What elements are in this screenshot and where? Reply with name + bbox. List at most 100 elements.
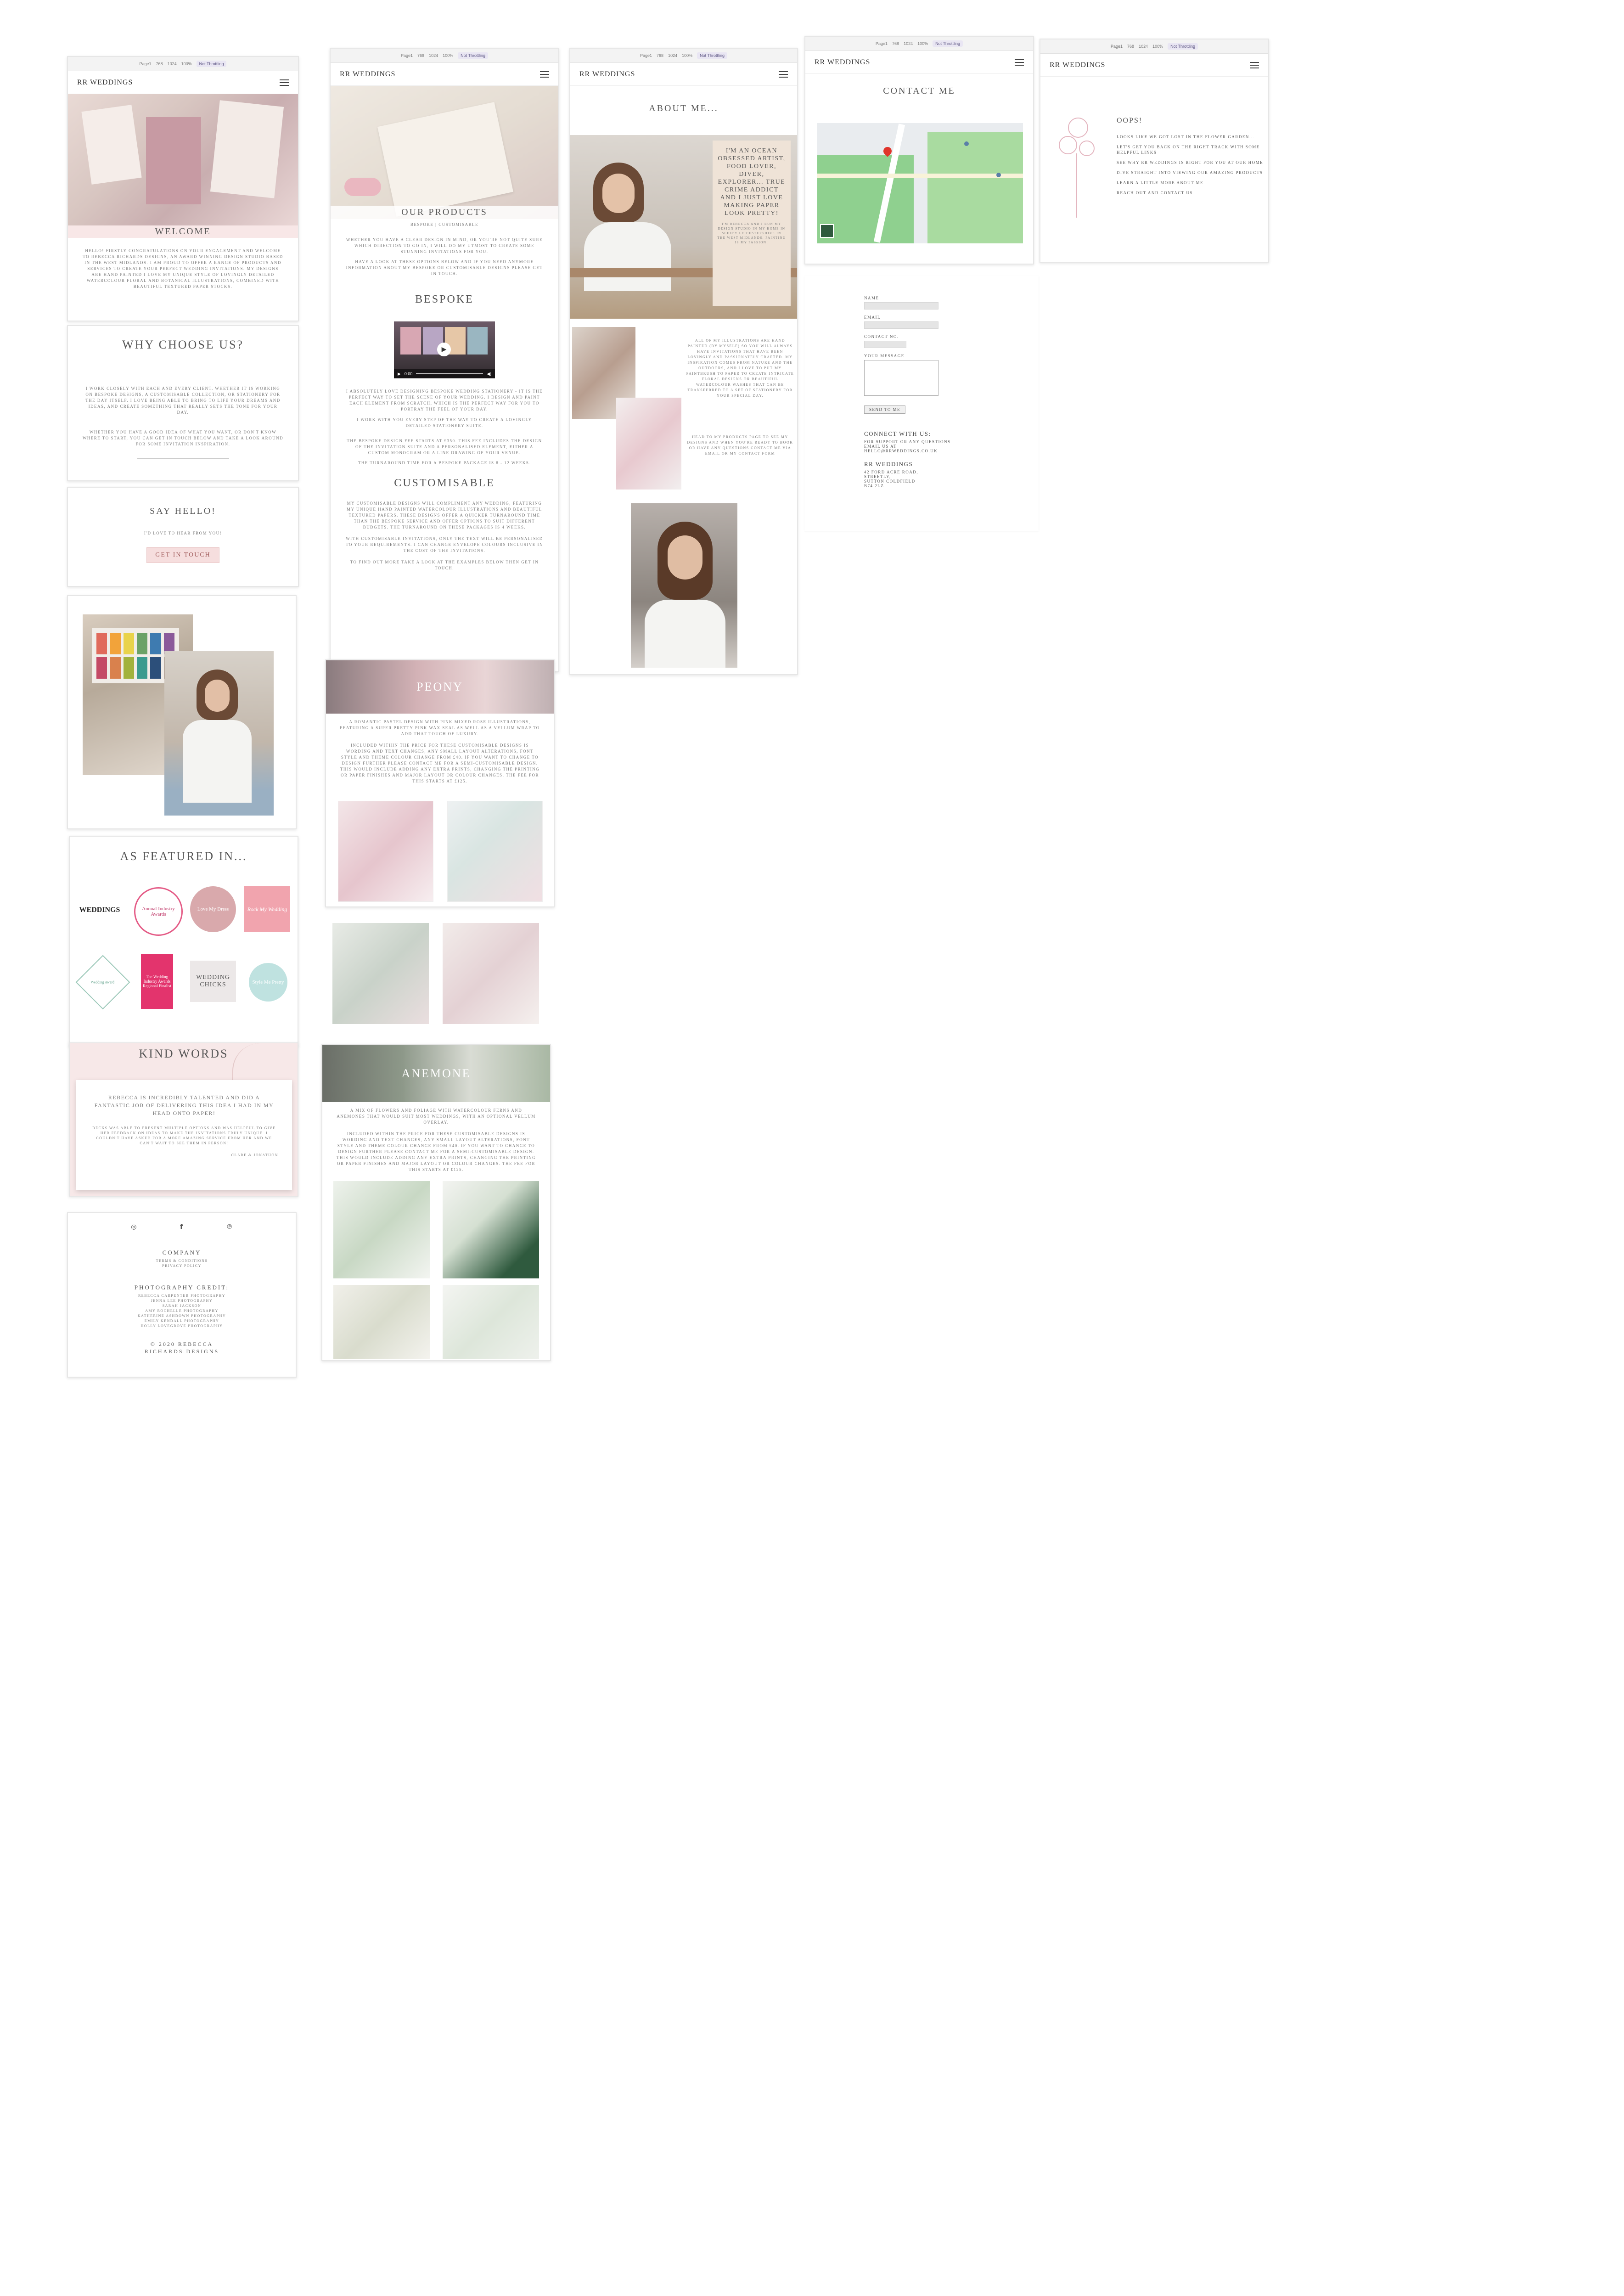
- url-part: 1024: [429, 53, 438, 58]
- photo-credit: Emily Kendall Photography: [144, 1319, 219, 1323]
- url-part: Page1: [640, 53, 652, 58]
- featured-in-panel: AS FEATURED IN... WEDDINGS Annual Indust…: [69, 836, 298, 1047]
- pinterest-icon[interactable]: ℗: [226, 1223, 233, 1231]
- anemone-text-2: Included within the price for these cust…: [336, 1131, 536, 1172]
- peony-invite-image-3: [332, 923, 429, 1024]
- throttle-dropdown[interactable]: Not Throttling: [1168, 43, 1198, 50]
- map-layer-toggle[interactable]: [820, 224, 834, 238]
- anemone-invite-image-1: [333, 1181, 430, 1278]
- contact-email-link[interactable]: hello@rrweddings.co.uk: [864, 449, 956, 453]
- featured-logo-wedding-industry-awards: The Wedding Industry Awards Regional Fin…: [141, 954, 173, 1009]
- featured-logo-rock-my-wedding: Rock My Wedding: [244, 886, 290, 932]
- map-marker-icon[interactable]: [964, 141, 969, 146]
- say-hello-text: I'd love to hear from you!: [144, 531, 222, 535]
- url-part: 768: [1127, 44, 1135, 49]
- photo-credit: Katherine Ashdown Photography: [137, 1314, 226, 1318]
- contact-number-field[interactable]: [864, 341, 906, 348]
- video-progress[interactable]: [416, 373, 483, 374]
- url-part: 100%: [682, 53, 693, 58]
- name-label: NAME: [864, 296, 879, 300]
- video-controls[interactable]: ▶ 0:00 ◀): [394, 369, 495, 378]
- throttle-dropdown[interactable]: Not Throttling: [196, 61, 227, 67]
- photo-credit: Rebecca Carpenter Photography: [138, 1294, 226, 1298]
- site-brand-logo[interactable]: RR WEDDINGS: [77, 79, 133, 87]
- peony-text-1: A romantic pastel design with pink mixed…: [340, 720, 540, 736]
- get-in-touch-button[interactable]: GET IN TOUCH: [146, 547, 219, 563]
- address-line: 42 Ford Acre Road,: [864, 470, 919, 474]
- featured-logo-wedding-award-label: Wedding Award: [91, 980, 115, 985]
- bespoke-text-3: The bespoke design fee starts at £350. T…: [347, 439, 542, 455]
- throttle-dropdown[interactable]: Not Throttling: [933, 40, 963, 47]
- url-part: 100%: [443, 53, 454, 58]
- hamburger-menu-icon[interactable]: [540, 71, 549, 78]
- instagram-icon[interactable]: ◎: [131, 1223, 136, 1231]
- site-header: RR WEDDINGS: [570, 63, 797, 86]
- hamburger-menu-icon[interactable]: [1015, 59, 1024, 66]
- kind-words-panel: KIND WORDS Rebecca is incredibly talente…: [69, 1042, 298, 1197]
- portrait-panel: [67, 595, 297, 829]
- products-page-panel: Page1 768 1024 100% Not Throttling RR WE…: [330, 48, 559, 672]
- products-sub-links[interactable]: BESPOKE | CUSTOMISABLE: [331, 222, 558, 228]
- message-label: YOUR MESSAGE: [864, 354, 905, 358]
- error-contact-link[interactable]: Reach out and CONTACT US: [1117, 190, 1264, 196]
- location-map[interactable]: [817, 123, 1023, 243]
- map-marker-icon[interactable]: [996, 173, 1001, 177]
- bespoke-video-player[interactable]: ▶ ▶ 0:00 ◀): [394, 321, 495, 378]
- footer-company-title: COMPANY: [162, 1249, 202, 1256]
- throttle-dropdown[interactable]: Not Throttling: [458, 52, 488, 59]
- hamburger-menu-icon[interactable]: [280, 79, 289, 86]
- play-icon[interactable]: ▶: [437, 343, 451, 356]
- site-header: RR WEDDINGS: [331, 63, 558, 86]
- testimonial-card: Rebecca is incredibly talented and did a…: [76, 1080, 292, 1190]
- error-title: OOPS!: [1117, 117, 1143, 124]
- welcome-title: WELCOME: [68, 225, 298, 238]
- site-brand-logo[interactable]: RR WEDDINGS: [579, 70, 635, 79]
- name-field[interactable]: [864, 302, 938, 310]
- hamburger-menu-icon[interactable]: [779, 71, 788, 78]
- home-footer-panel: ◎ f ℗ COMPANY Terms & Conditions Privacy…: [67, 1212, 297, 1378]
- footer-link[interactable]: Privacy Policy: [68, 1263, 296, 1268]
- products-hero-image: OUR PRODUCTS: [331, 86, 558, 219]
- site-header: RR WEDDINGS: [1040, 54, 1268, 77]
- error-line: Let's get you back on the right track wi…: [1117, 145, 1260, 155]
- email-field[interactable]: [864, 321, 938, 329]
- site-brand-logo[interactable]: RR WEDDINGS: [340, 70, 395, 79]
- say-hello-title: SAY HELLO!: [150, 506, 216, 516]
- bespoke-title: BESPOKE: [415, 293, 474, 305]
- url-part: 100%: [181, 62, 192, 66]
- error-page-panel: Page1 768 1024 100% Not Throttling RR WE…: [1040, 39, 1269, 263]
- error-home-link[interactable]: See why RR Weddings is right for you at …: [1117, 160, 1264, 165]
- featured-logo-awards: Annual Industry Awards: [134, 887, 183, 936]
- hamburger-menu-icon[interactable]: [1250, 62, 1259, 68]
- featured-logo-style-me-pretty: Style Me Pretty: [249, 963, 287, 1002]
- video-play-icon[interactable]: ▶: [398, 371, 401, 377]
- error-line: Looks like we got lost in the flower gar…: [1117, 135, 1255, 139]
- url-part: Page1: [1111, 44, 1123, 49]
- browser-url-bar[interactable]: Page1 768 1024 100% Not Throttling: [570, 49, 797, 63]
- social-icons: ◎ f ℗: [109, 1223, 254, 1231]
- message-textarea[interactable]: [864, 360, 938, 396]
- volume-icon[interactable]: ◀): [487, 371, 491, 377]
- featured-title: AS FEATURED IN...: [120, 850, 247, 863]
- browser-url-bar[interactable]: Page1 768 1024 100% Not Throttling: [1040, 39, 1268, 54]
- footer-link[interactable]: Terms & Conditions: [68, 1258, 296, 1263]
- address-line: Streetly,: [864, 474, 891, 479]
- facebook-icon[interactable]: f: [180, 1223, 183, 1231]
- browser-url-bar[interactable]: Page1 768 1024 100% Not Throttling: [68, 57, 298, 71]
- customisable-text-2: With customisable invitations, only the …: [346, 536, 543, 553]
- bespoke-text-4: The turnaround time for a bespoke packag…: [358, 461, 531, 465]
- about-painting-image: [616, 398, 681, 490]
- error-about-link[interactable]: Learn a little more ABOUT ME: [1117, 180, 1264, 186]
- site-brand-logo[interactable]: RR WEDDINGS: [815, 58, 870, 67]
- send-button[interactable]: SEND TO ME: [864, 405, 906, 414]
- error-products-link[interactable]: Dive straight into viewing our amazing P…: [1117, 170, 1264, 175]
- site-brand-logo[interactable]: RR WEDDINGS: [1050, 61, 1105, 69]
- section-divider: [137, 458, 229, 459]
- browser-url-bar[interactable]: Page1 768 1024 100% Not Throttling: [805, 37, 1033, 51]
- browser-url-bar[interactable]: Page1 768 1024 100% Not Throttling: [331, 49, 558, 63]
- throttle-dropdown[interactable]: Not Throttling: [697, 52, 727, 59]
- contact-form: NAME EMAIL CONTACT NO. YOUR MESSAGE SEND…: [864, 296, 956, 488]
- url-part: Page1: [876, 41, 888, 46]
- bespoke-text-2: I work with you every step of the way to…: [357, 417, 532, 428]
- products-title: OUR PRODUCTS: [331, 206, 558, 219]
